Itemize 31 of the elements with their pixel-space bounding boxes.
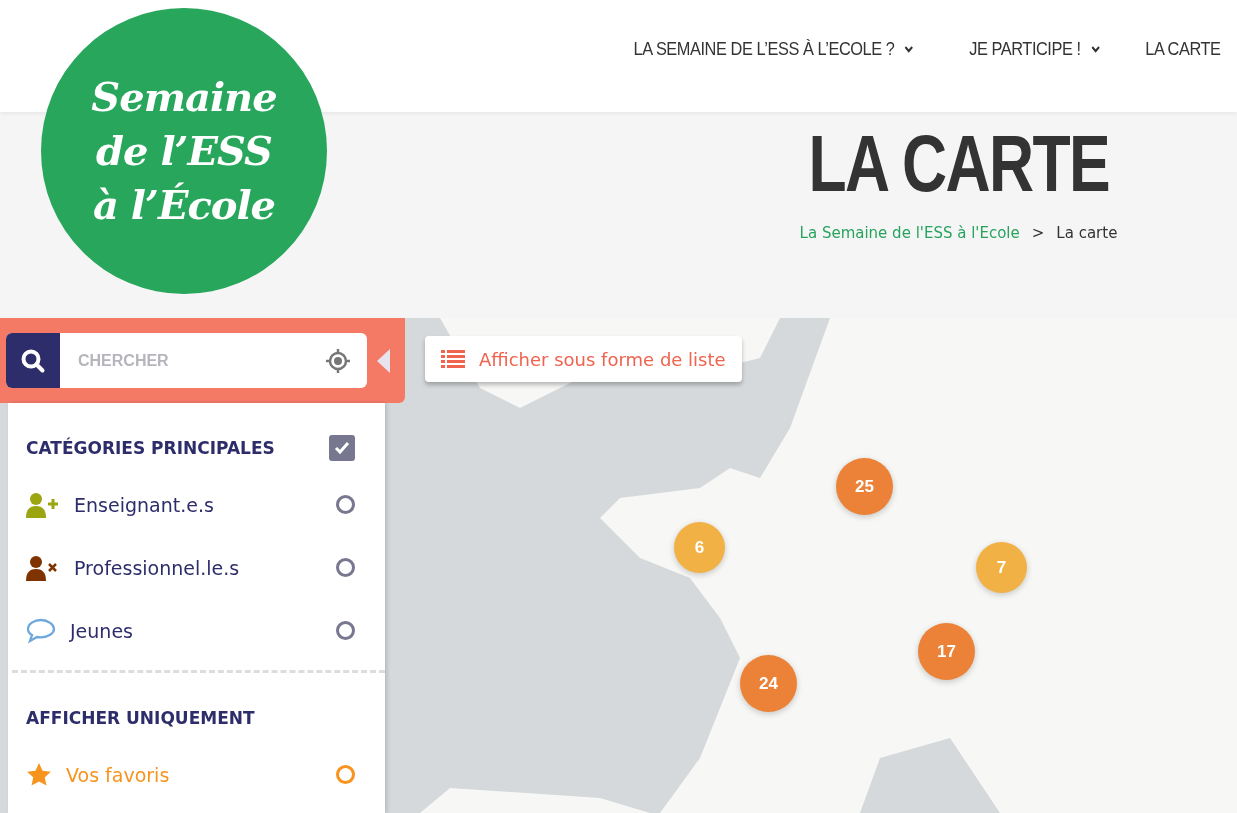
checkbox[interactable] — [329, 435, 355, 461]
category-label: Vos favoris — [66, 763, 171, 786]
radio-button[interactable] — [336, 495, 355, 514]
category-label: Professionnel.le.s — [74, 556, 241, 579]
search-icon — [20, 347, 46, 374]
radio-button[interactable] — [336, 621, 355, 640]
user-plus-icon — [26, 491, 60, 518]
search-button[interactable] — [6, 333, 60, 388]
radio-button[interactable] — [336, 558, 355, 577]
star-icon — [26, 761, 52, 788]
category-label: Enseignant.e.s — [74, 493, 215, 516]
chevron-down-icon — [1090, 45, 1100, 53]
page-title: LA CARTE — [808, 118, 1109, 210]
breadcrumb-separator: > — [1031, 224, 1045, 242]
search-field[interactable]: CHERCHER — [6, 333, 367, 388]
radio-button[interactable] — [336, 765, 355, 784]
section-heading: AFFICHER UNIQUEMENT — [26, 708, 255, 728]
locate-icon[interactable] — [325, 347, 351, 374]
nav-link[interactable]: LA CARTE — [1145, 38, 1221, 60]
breadcrumb-link[interactable]: La Semaine de l'ESS à l'Ecole — [799, 224, 1020, 242]
chevron-down-icon — [905, 45, 914, 53]
section-heading: CATÉGORIES PRINCIPALES — [26, 438, 275, 458]
checkmark-icon — [334, 441, 350, 455]
breadcrumb-current: La carte — [1056, 224, 1118, 242]
user-remove-icon — [26, 554, 60, 581]
list-icon — [441, 350, 465, 368]
category-label: Jeunes — [70, 619, 134, 642]
list-view-button[interactable]: Afficher sous forme de liste — [425, 336, 742, 382]
speech-bubble-icon — [26, 617, 56, 644]
nav-link[interactable]: JE PARTICIPE ! — [969, 38, 1100, 60]
nav-link[interactable]: LA SEMAINE DE L’ESS À L’ECOLE ? — [634, 38, 914, 60]
